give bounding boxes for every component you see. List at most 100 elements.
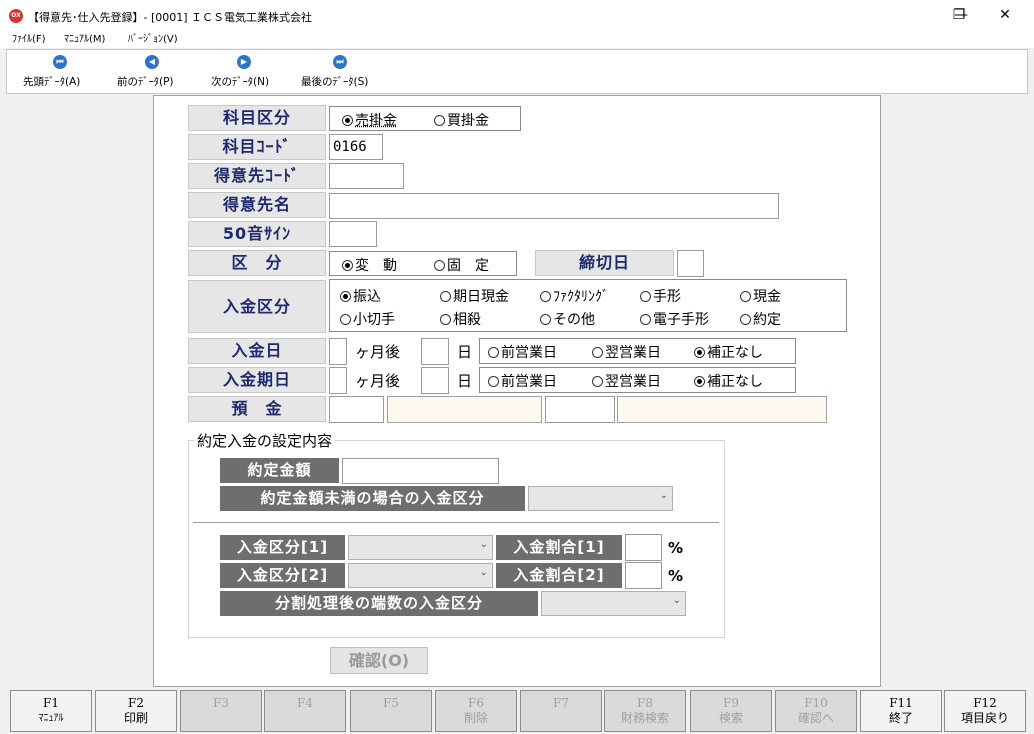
kubun2-select[interactable]: ⌄ bbox=[348, 563, 493, 588]
menu-file[interactable]: ﾌｧｲﾙ(F) bbox=[12, 31, 46, 48]
nyukin-kijitsu-option-mae[interactable]: 前営業日 bbox=[488, 371, 557, 391]
kubun2-label: 入金区分[2] bbox=[220, 563, 345, 588]
nyukin-bi-month-input[interactable] bbox=[329, 338, 347, 365]
f3-key[interactable]: F3 bbox=[180, 690, 262, 732]
radio-icon bbox=[540, 314, 551, 325]
yokin-account-code-input[interactable] bbox=[545, 396, 615, 423]
f7-key[interactable]: F7 bbox=[520, 690, 602, 732]
f5-key[interactable]: F5 bbox=[350, 690, 432, 732]
radio-icon bbox=[434, 115, 445, 126]
remainder-label: 分割処理後の端数の入金区分 bbox=[220, 591, 538, 616]
yakujo-group-title: 約定入金の設定内容 bbox=[194, 430, 336, 451]
yakujo-under-label: 約定金額未満の場合の入金区分 bbox=[220, 486, 525, 511]
nyukin-option-yakujo[interactable]: 約定 bbox=[740, 309, 781, 329]
ratio1-input[interactable] bbox=[625, 534, 662, 561]
yokin-account-name-field bbox=[617, 396, 827, 423]
divider bbox=[193, 522, 719, 523]
yakujo-amount-input[interactable] bbox=[342, 458, 499, 484]
kubun1-select[interactable]: ⌄ bbox=[348, 535, 493, 560]
kubun-group: 変 動 固 定 bbox=[329, 251, 517, 276]
kubun-option-kotei[interactable]: 固 定 bbox=[434, 255, 489, 275]
radio-icon bbox=[340, 314, 351, 325]
shimebi-label: 締切日 bbox=[535, 250, 674, 276]
f1-key[interactable]: F1 ﾏﾆｭｱﾙ bbox=[10, 690, 92, 732]
first-record-button[interactable]: ⏮ 先頭ﾃﾞｰﾀ(A) bbox=[17, 50, 97, 93]
tokuisaki-name-input[interactable] bbox=[329, 193, 779, 219]
kubun-option-hendo[interactable]: 変 動 bbox=[342, 255, 397, 275]
kubun-label: 区 分 bbox=[188, 250, 326, 276]
window-title: 【得意先･仕入先登録】- [0001] ＩＣＳ電気工業株式会社 bbox=[28, 11, 313, 24]
nyukin-bi-option-nashi[interactable]: 補正なし bbox=[694, 342, 763, 362]
last-record-label: 最後のﾃﾞｰﾀ(S) bbox=[301, 76, 369, 88]
nyukin-kijitsu-option-nashi[interactable]: 補正なし bbox=[694, 371, 763, 391]
kamoku-code-input[interactable]: 0166 bbox=[329, 134, 383, 160]
nyukin-kijitsu-day-input[interactable] bbox=[421, 367, 449, 394]
close-button[interactable]: ✕ bbox=[982, 0, 1028, 31]
nyukin-kijitsu-month-unit: ヶ月後 bbox=[355, 372, 401, 390]
ratio1-label: 入金割合[1] bbox=[496, 535, 622, 560]
menu-version[interactable]: ﾊﾞｰｼﾞｮﾝ(V) bbox=[128, 31, 178, 48]
radio-icon bbox=[488, 376, 499, 387]
toolbar: ⏮ 先頭ﾃﾞｰﾀ(A) ◀ 前のﾃﾞｰﾀ(P) ▶ 次のﾃﾞｰﾀ(N) ⏭ 最後… bbox=[6, 49, 1028, 94]
menu-bar: ﾌｧｲﾙ(F) ﾏﾆｭｱﾙ(M) ﾊﾞｰｼﾞｮﾝ(V) bbox=[0, 31, 1034, 48]
next-record-icon: ▶ bbox=[237, 55, 251, 69]
yakujo-under-select[interactable]: ⌄ bbox=[528, 486, 673, 511]
next-record-button[interactable]: ▶ 次のﾃﾞｰﾀ(N) bbox=[205, 50, 285, 93]
f11-key[interactable]: F11 終了 bbox=[860, 690, 942, 732]
radio-icon bbox=[592, 347, 603, 358]
nyukin-option-kogitte[interactable]: 小切手 bbox=[340, 309, 395, 329]
nyukin-option-denshi-tegata[interactable]: 電子手形 bbox=[640, 309, 709, 329]
next-record-label: 次のﾃﾞｰﾀ(N) bbox=[211, 76, 270, 88]
menu-manual[interactable]: ﾏﾆｭｱﾙ(M) bbox=[64, 31, 105, 48]
kamoku-kubun-option-kaikake[interactable]: 買掛金 bbox=[434, 110, 489, 130]
tokuisaki-code-input[interactable] bbox=[329, 163, 404, 189]
radio-icon bbox=[740, 291, 751, 302]
nyukin-bi-option-mae[interactable]: 前営業日 bbox=[488, 342, 557, 362]
nyukin-kubun-label: 入金区分 bbox=[188, 280, 326, 333]
kamoku-kubun-option-urikake[interactable]: 売掛金 bbox=[342, 110, 397, 130]
last-record-button[interactable]: ⏭ 最後のﾃﾞｰﾀ(S) bbox=[295, 50, 385, 93]
nyukin-bi-day-unit: 日 bbox=[457, 343, 473, 361]
radio-selected-icon bbox=[340, 291, 351, 302]
nyukin-option-sonota[interactable]: その他 bbox=[540, 309, 595, 329]
nyukin-option-kijitsu-genkin[interactable]: 期日現金 bbox=[440, 286, 509, 306]
radio-icon bbox=[540, 291, 551, 302]
radio-selected-icon bbox=[694, 376, 705, 387]
first-record-label: 先頭ﾃﾞｰﾀ(A) bbox=[23, 76, 81, 88]
yokin-bank-code-input[interactable] bbox=[329, 396, 384, 423]
remainder-select[interactable]: ⌄ bbox=[541, 591, 686, 616]
nyukin-option-genkin[interactable]: 現金 bbox=[740, 286, 781, 306]
ratio2-percent: % bbox=[668, 567, 684, 585]
f4-key[interactable]: F4 bbox=[264, 690, 346, 732]
maximize-button[interactable]: ❐ bbox=[936, 0, 982, 31]
prev-record-button[interactable]: ◀ 前のﾃﾞｰﾀ(P) bbox=[111, 50, 191, 93]
shimebi-input[interactable] bbox=[677, 250, 704, 277]
f12-key[interactable]: F12 項目戻り bbox=[944, 690, 1026, 732]
yokin-label: 預 金 bbox=[188, 396, 326, 422]
index-50-input[interactable] bbox=[329, 221, 377, 247]
ratio1-percent: % bbox=[668, 539, 684, 557]
confirm-button[interactable]: 確認(O) bbox=[330, 647, 428, 674]
radio-icon bbox=[740, 314, 751, 325]
f10-key[interactable]: F10 確認へ bbox=[775, 690, 857, 732]
nyukin-option-tegata[interactable]: 手形 bbox=[640, 286, 681, 306]
nyukin-kijitsu-label: 入金期日 bbox=[188, 367, 326, 393]
nyukin-kubun-group: 振込 期日現金 ﾌｧｸﾀﾘﾝｸﾞ 手形 現金 小切手 相殺 その他 電子手形 約… bbox=[329, 279, 847, 332]
kamoku-kubun-label: 科目区分 bbox=[188, 105, 326, 131]
f9-key[interactable]: F9 検索 bbox=[690, 690, 772, 732]
f8-key[interactable]: F8 財務検索 bbox=[604, 690, 686, 732]
nyukin-kijitsu-month-input[interactable] bbox=[329, 367, 347, 394]
f2-key[interactable]: F2 印刷 bbox=[95, 690, 177, 732]
f6-key[interactable]: F6 削除 bbox=[435, 690, 517, 732]
nyukin-bi-day-input[interactable] bbox=[421, 338, 449, 365]
nyukin-bi-option-yoku[interactable]: 翌営業日 bbox=[592, 342, 661, 362]
nyukin-option-furikomi[interactable]: 振込 bbox=[340, 286, 381, 306]
yokin-bank-name-field bbox=[387, 396, 542, 423]
ratio2-input[interactable] bbox=[625, 562, 662, 589]
radio-icon bbox=[640, 314, 651, 325]
nyukin-option-factoring[interactable]: ﾌｧｸﾀﾘﾝｸﾞ bbox=[540, 286, 609, 306]
nyukin-option-sousai[interactable]: 相殺 bbox=[440, 309, 481, 329]
nyukin-kijitsu-option-yoku[interactable]: 翌営業日 bbox=[592, 371, 661, 391]
kubun1-label: 入金区分[1] bbox=[220, 535, 345, 560]
radio-icon bbox=[592, 376, 603, 387]
